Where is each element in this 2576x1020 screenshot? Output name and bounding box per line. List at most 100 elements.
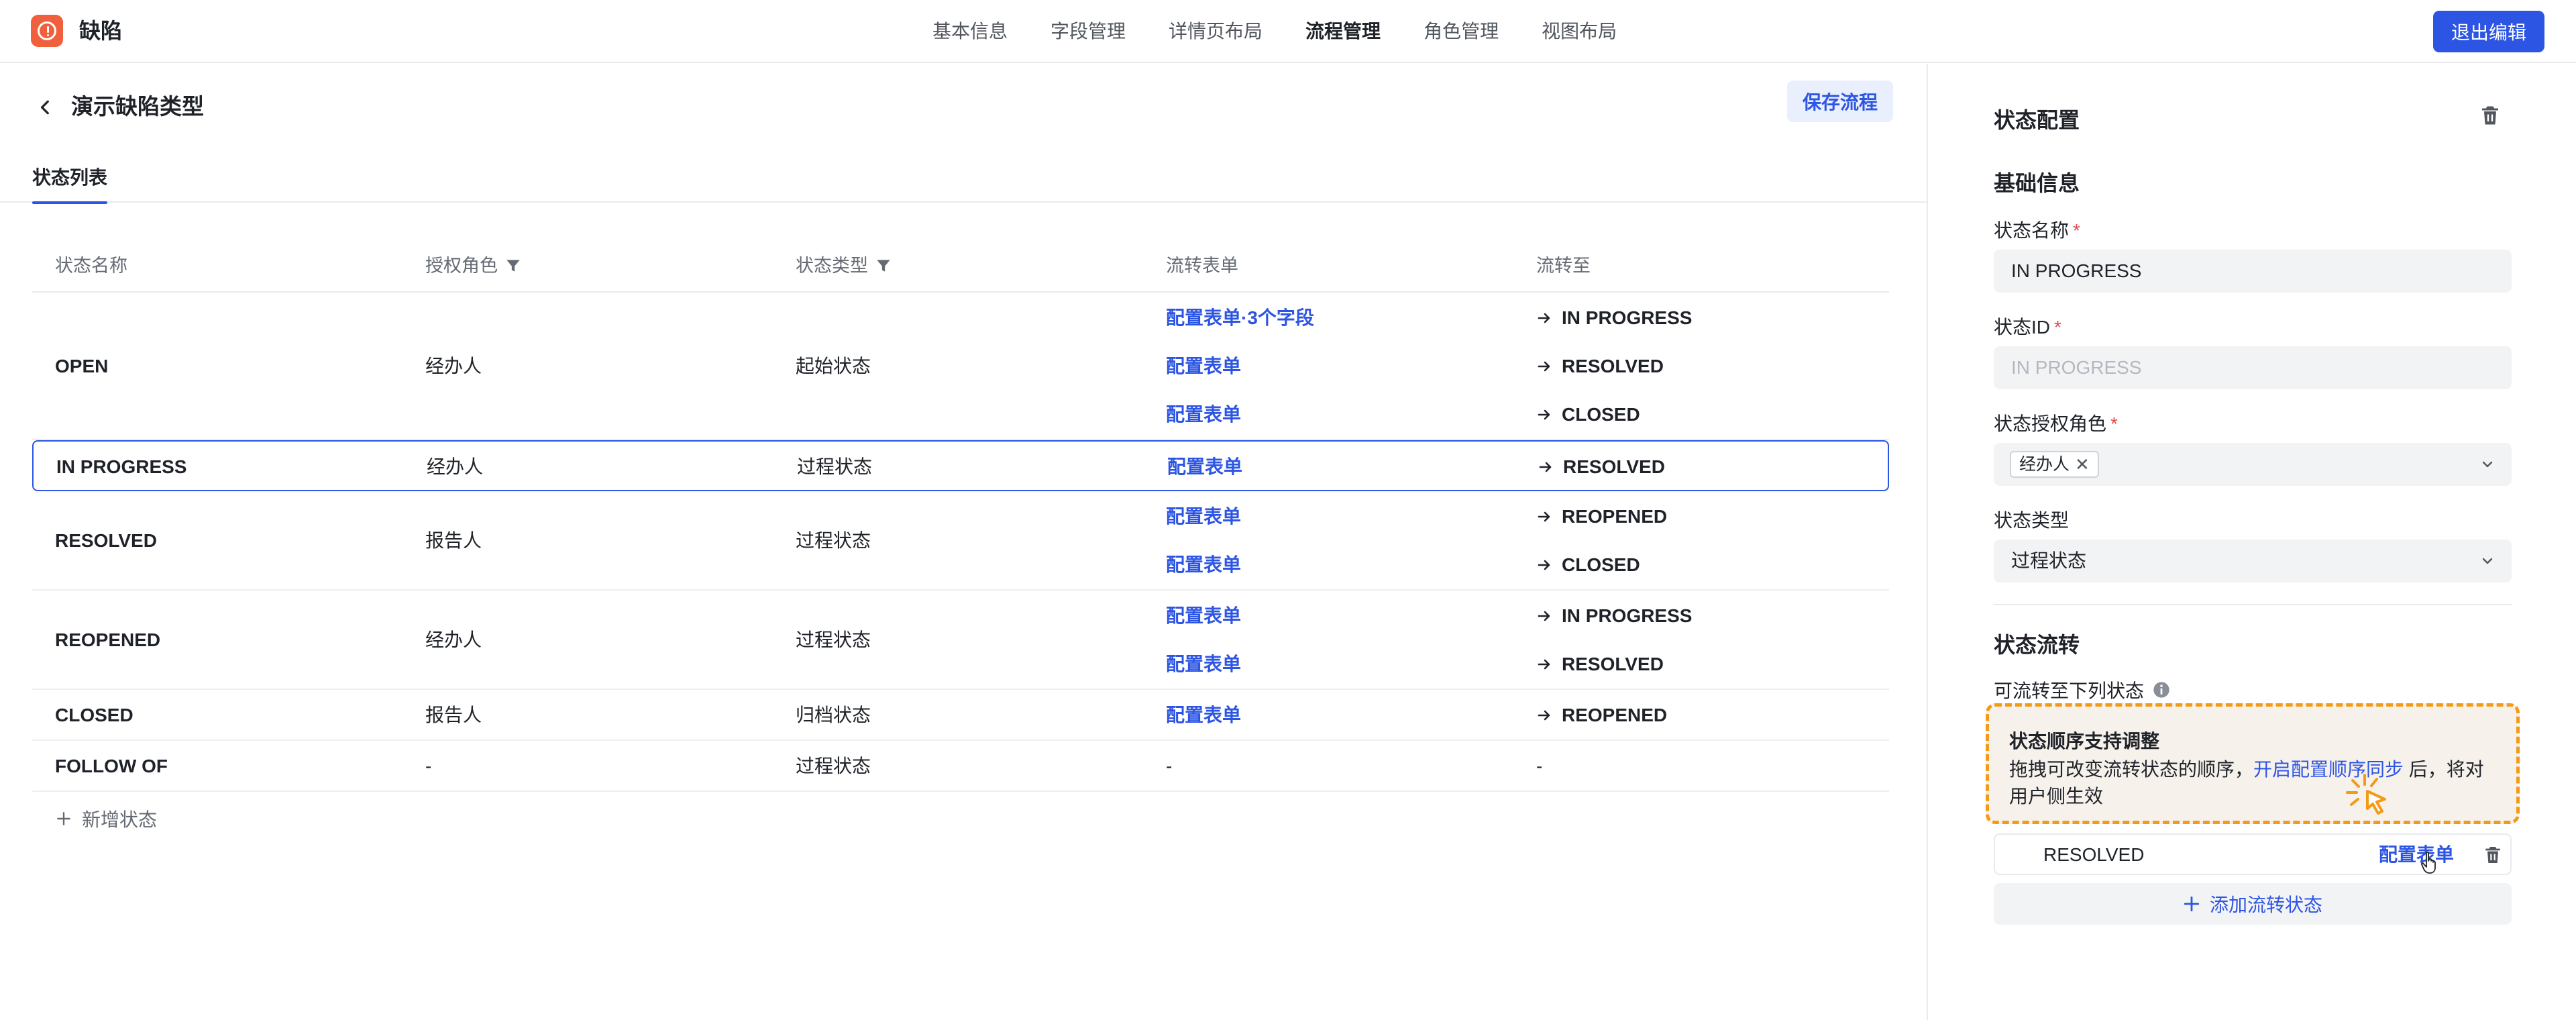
arrow-right-icon xyxy=(1536,310,1552,326)
state-type: 过程状态 xyxy=(796,756,871,776)
state-type: 过程状态 xyxy=(797,456,873,477)
trash-icon[interactable] xyxy=(2478,103,2502,128)
transition-target: RESOLVED xyxy=(1538,454,1665,480)
transition-target: CLOSED xyxy=(1536,401,1640,428)
transition-target: REOPENED xyxy=(1536,503,1667,530)
configure-form-link[interactable]: 配置表单 xyxy=(1166,654,1241,674)
role-tag: 经办人 ✕ xyxy=(2010,451,2099,478)
transition-form-cell: 配置表单 xyxy=(1166,603,1241,629)
table-row[interactable]: CLOSED 报告人 归档状态 配置表单 REOPENED xyxy=(32,690,1889,741)
nav-view-layout[interactable]: 视图布局 xyxy=(1542,0,1617,63)
back-arrow-icon[interactable] xyxy=(32,94,59,121)
transition-target-label: IN PROGRESS xyxy=(1562,307,1693,328)
transition-target: - xyxy=(1536,753,1542,780)
state-role-label: 状态授权角色 * xyxy=(1994,413,2118,434)
nav-detail-layout[interactable]: 详情页布局 xyxy=(1169,0,1263,63)
table-row[interactable]: REOPENED 经办人 过程状态 配置表单 IN PROGRESS 配置表单 RESOLV… xyxy=(32,591,1889,690)
state-type-label: 状态类型 xyxy=(1994,510,2070,531)
state-role-select[interactable]: 经办人 ✕ xyxy=(1994,443,2512,486)
hand-cursor-icon xyxy=(2420,851,2440,875)
app-title: 缺陷 xyxy=(79,19,123,43)
header-transition-to: 流转至 xyxy=(1536,256,1591,276)
tab-state-list[interactable]: 状态列表 xyxy=(32,157,108,204)
save-workflow-button[interactable]: 保存流程 xyxy=(1787,81,1893,122)
divider xyxy=(1994,604,2512,605)
transition-target: RESOLVED xyxy=(1536,651,1664,678)
filter-icon[interactable] xyxy=(875,257,892,274)
header-state-type: 状态类型 xyxy=(796,240,892,291)
state-id-label: 状态ID * xyxy=(1994,317,2061,338)
nav-role-management[interactable]: 角色管理 xyxy=(1424,0,1499,63)
close-icon[interactable]: ✕ xyxy=(2075,452,2090,476)
table-header: 状态名称 授权角色 状态类型 流转表单 流转至 xyxy=(32,240,1889,293)
chevron-down-icon xyxy=(2479,553,2496,569)
info-icon[interactable] xyxy=(2152,680,2171,699)
transition-target: RESOLVED xyxy=(1536,353,1664,380)
tab-bar: 状态列表 xyxy=(0,157,1927,204)
transition-target-label: RESOLVED xyxy=(1562,356,1664,376)
configure-form-link[interactable]: 配置表单 xyxy=(1167,456,1242,477)
arrow-right-icon xyxy=(1536,656,1552,672)
configure-form-link[interactable]: 配置表单 xyxy=(1166,705,1241,725)
top-nav: 基本信息 字段管理 详情页布局 流程管理 角色管理 视图布局 xyxy=(932,0,1660,63)
app-logo-icon xyxy=(31,15,63,47)
state-role: 报告人 xyxy=(425,530,482,551)
state-name: FOLLOW OF xyxy=(55,756,168,776)
arrow-right-icon xyxy=(1536,358,1552,374)
plus-icon xyxy=(55,810,72,827)
transition-target: REOPENED xyxy=(1536,702,1667,729)
section-state-transition: 状态流转 xyxy=(1994,633,2080,657)
order-tip-callout: 状态顺序支持调整 拖拽可改变流转状态的顺序，开启配置顺序同步 后，将对用户侧生效 xyxy=(1986,703,2520,824)
table-row[interactable]: OPEN 经办人 起始状态 配置表单·3个字段 IN PROGRESS 配置表单 RESOL… xyxy=(32,293,1889,440)
configure-form-link[interactable]: 配置表单·3个字段 xyxy=(1166,307,1314,328)
state-type: 归档状态 xyxy=(796,705,871,725)
state-type-select[interactable]: 过程状态 xyxy=(1994,540,2512,582)
state-name: REOPENED xyxy=(55,629,161,650)
transition-form-cell: 配置表单 xyxy=(1167,454,1242,480)
flow-item-resolved[interactable]: RESOLVED 配置表单 xyxy=(1994,833,2512,875)
transition-target: IN PROGRESS xyxy=(1536,603,1692,629)
state-type: 起始状态 xyxy=(796,356,871,376)
tip-title: 状态顺序支持调整 xyxy=(2009,731,2160,752)
transition-target-label: IN PROGRESS xyxy=(1562,605,1693,626)
state-name-label: 状态名称 * xyxy=(1994,220,2080,241)
transition-target-label: RESOLVED xyxy=(1563,456,1665,477)
state-name-input[interactable]: IN PROGRESS xyxy=(1994,250,2512,293)
configure-form-link[interactable]: 配置表单 xyxy=(1166,404,1241,425)
state-role: 报告人 xyxy=(425,705,482,725)
trash-icon[interactable] xyxy=(2482,844,2504,866)
configure-form-link[interactable]: 配置表单 xyxy=(1166,506,1241,527)
add-transition-button[interactable]: 添加流转状态 xyxy=(1994,883,2512,925)
transition-form-cell: 配置表单 xyxy=(1166,401,1241,428)
transition-target: CLOSED xyxy=(1536,552,1640,578)
nav-workflow-management[interactable]: 流程管理 xyxy=(1305,0,1381,63)
chevron-down-icon xyxy=(2479,456,2496,472)
top-bar: 缺陷 基本信息 字段管理 详情页布局 流程管理 角色管理 视图布局 退出编辑 xyxy=(0,0,2576,63)
transition-target-label: CLOSED xyxy=(1562,404,1640,425)
configure-form-link[interactable]: 配置表单 xyxy=(1166,356,1241,376)
filter-icon[interactable] xyxy=(504,257,522,274)
plus-icon xyxy=(2183,895,2200,913)
transition-form-cell: 配置表单 xyxy=(1166,651,1241,678)
table-row[interactable]: FOLLOW OF - 过程状态 - - xyxy=(32,741,1889,792)
table-row[interactable]: RESOLVED 报告人 过程状态 配置表单 REOPENED 配置表单 CLOSED xyxy=(32,491,1889,591)
arrow-right-icon xyxy=(1536,557,1552,573)
state-name: OPEN xyxy=(55,356,109,376)
nav-field-management[interactable]: 字段管理 xyxy=(1051,0,1126,63)
transition-sublabel: 可流转至下列状态 xyxy=(1994,676,2171,703)
configure-form-link[interactable]: 配置表单 xyxy=(2379,842,2454,868)
workflow-pane: 演示缺陷类型 保存流程 状态列表 状态名称 授权角色 状态类型 流转表单 流转至… xyxy=(0,64,1927,1020)
transition-form-cell: 配置表单 xyxy=(1166,353,1241,380)
table-row[interactable]: IN PROGRESS 经办人 过程状态 配置表单 RESOLVED xyxy=(32,440,1889,491)
state-name: IN PROGRESS xyxy=(56,456,187,477)
nav-basic-info[interactable]: 基本信息 xyxy=(932,0,1008,63)
state-config-panel: 状态配置 基础信息 状态名称 * IN PROGRESS 状态ID * IN PRO… xyxy=(1927,64,2576,1020)
state-name: RESOLVED xyxy=(55,530,157,551)
state-role: 经办人 xyxy=(427,456,484,477)
configure-form-link[interactable]: 配置表单 xyxy=(1166,554,1241,575)
add-state-button[interactable]: 新增状态 xyxy=(55,805,1912,832)
transition-form-empty: - xyxy=(1166,756,1173,776)
exit-edit-button[interactable]: 退出编辑 xyxy=(2433,11,2544,52)
section-basic-info: 基础信息 xyxy=(1994,171,2080,195)
configure-form-link[interactable]: 配置表单 xyxy=(1166,605,1241,626)
